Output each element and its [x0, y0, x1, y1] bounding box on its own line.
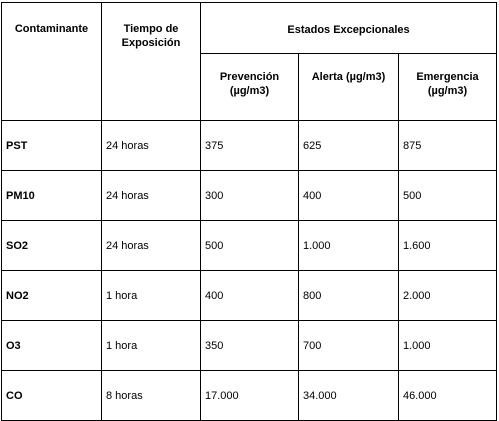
header-alerta: Alerta (µg/m3) — [298, 53, 399, 121]
cell-prevencion: 17.000 — [200, 370, 299, 421]
cell-prevencion: 300 — [200, 170, 299, 221]
cell-contaminante: NO2 — [1, 270, 102, 321]
header-estados-excepcionales: Estados Excepcionales — [200, 2, 497, 54]
cell-alerta: 400 — [298, 170, 399, 221]
cell-prevencion: 375 — [200, 120, 299, 171]
cell-emergencia: 2.000 — [398, 270, 497, 321]
cell-prevencion: 350 — [200, 320, 299, 371]
cell-tiempo: 8 horas — [101, 370, 201, 421]
cell-tiempo: 24 horas — [101, 170, 201, 221]
header-contaminante: Contaminante — [1, 2, 102, 121]
cell-tiempo: 24 horas — [101, 120, 201, 171]
cell-alerta: 34.000 — [298, 370, 399, 421]
cell-emergencia: 46.000 — [398, 370, 497, 421]
cell-prevencion: 500 — [200, 220, 299, 271]
cell-emergencia: 1.600 — [398, 220, 497, 271]
header-prevencion: Prevención (µg/m3) — [200, 53, 299, 121]
cell-alerta: 1.000 — [298, 220, 399, 271]
cell-contaminante: O3 — [1, 320, 102, 371]
cell-contaminante: CO — [1, 370, 102, 421]
cell-alerta: 625 — [298, 120, 399, 171]
cell-emergencia: 500 — [398, 170, 497, 221]
cell-contaminante: SO2 — [1, 220, 102, 271]
table-row: PST 24 horas 375 625 875 — [1, 120, 497, 171]
cell-alerta: 800 — [298, 270, 399, 321]
table-row: O3 1 hora 350 700 1.000 — [1, 320, 497, 371]
cell-tiempo: 1 hora — [101, 320, 201, 371]
cell-contaminante: PST — [1, 120, 102, 171]
cell-prevencion: 400 — [200, 270, 299, 321]
header-tiempo-exposicion: Tiempo de Exposición — [101, 2, 201, 121]
cell-tiempo: 1 hora — [101, 270, 201, 321]
table-row: PM10 24 horas 300 400 500 — [1, 170, 497, 221]
cell-tiempo: 24 horas — [101, 220, 201, 271]
table-row: SO2 24 horas 500 1.000 1.600 — [1, 220, 497, 271]
table-row: CO 8 horas 17.000 34.000 46.000 — [1, 370, 497, 421]
cell-emergencia: 1.000 — [398, 320, 497, 371]
header-emergencia: Emergencia (µg/m3) — [398, 53, 497, 121]
table-row: NO2 1 hora 400 800 2.000 — [1, 270, 497, 321]
cell-contaminante: PM10 — [1, 170, 102, 221]
pollutant-thresholds-table: Contaminante Tiempo de Exposición Estado… — [1, 2, 497, 421]
cell-emergencia: 875 — [398, 120, 497, 171]
cell-alerta: 700 — [298, 320, 399, 371]
